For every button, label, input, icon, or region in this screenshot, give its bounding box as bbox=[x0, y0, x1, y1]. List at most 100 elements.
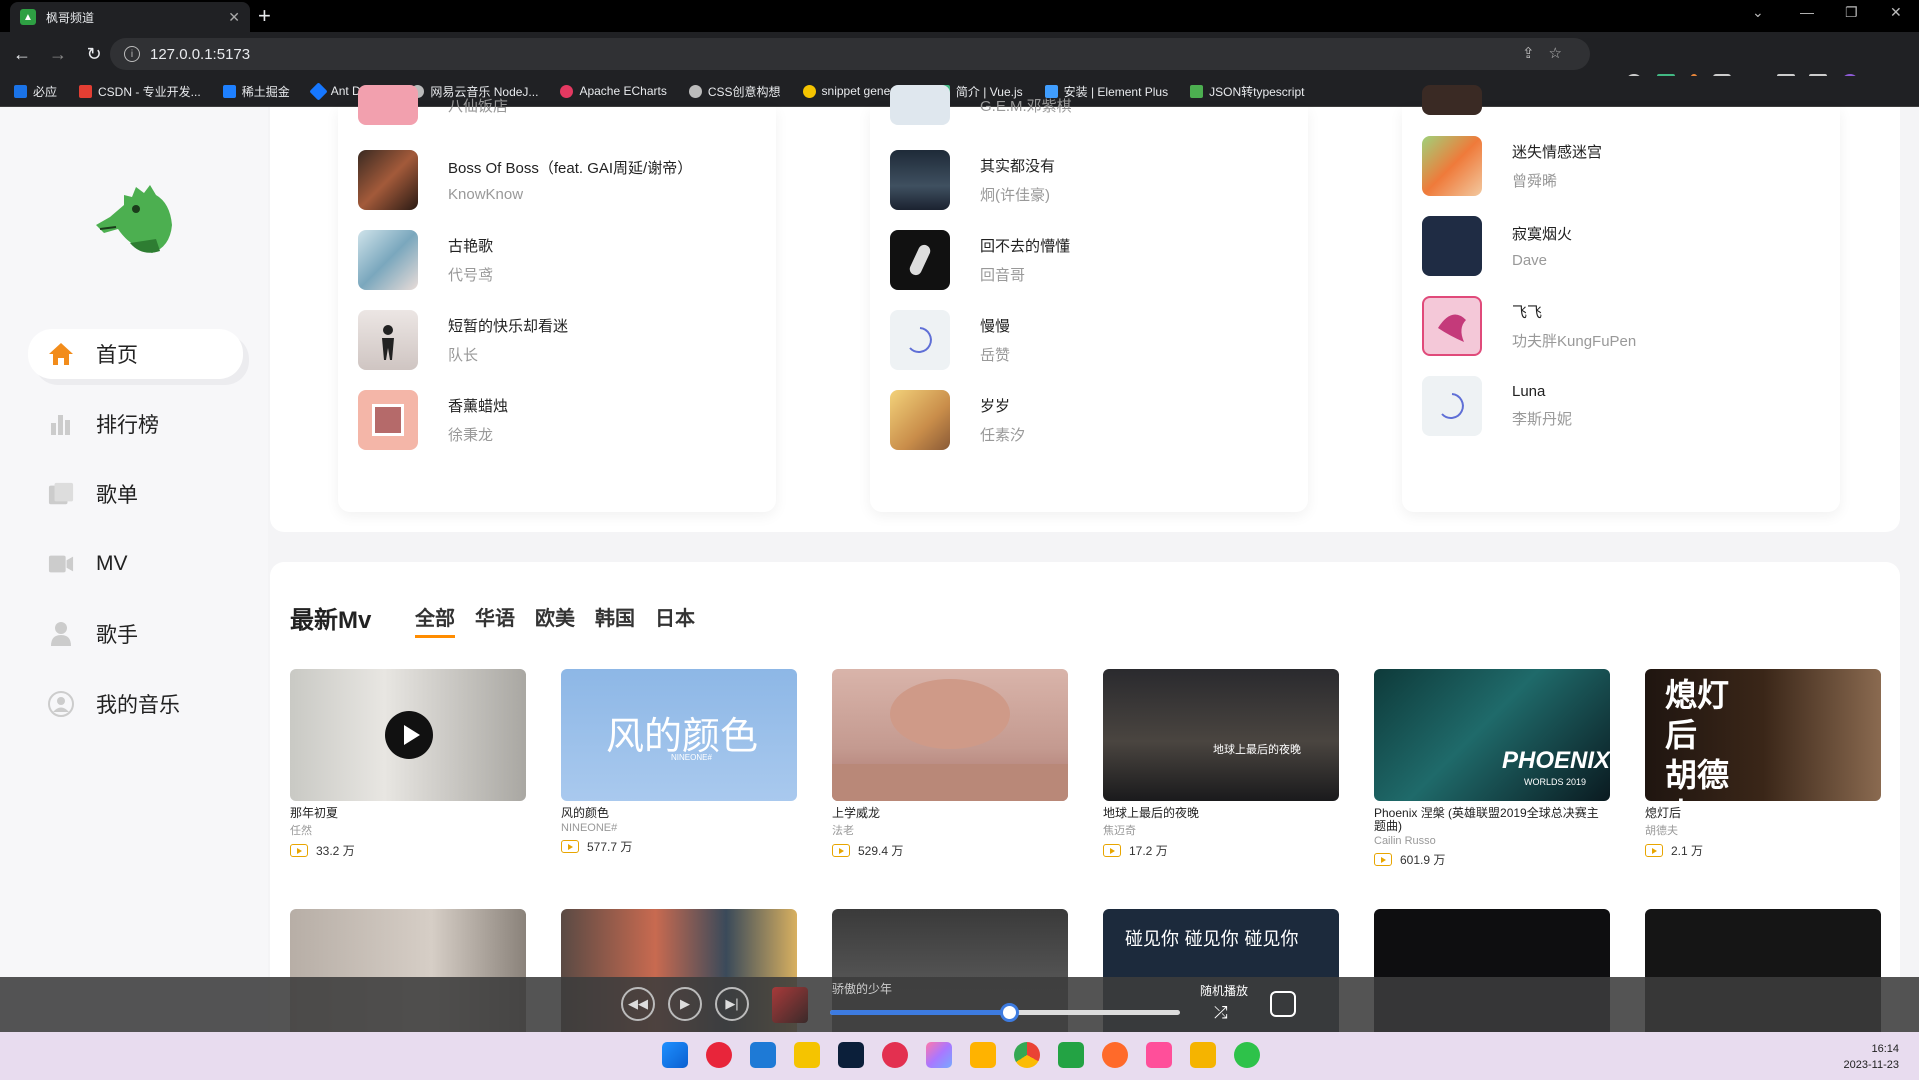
reload-icon[interactable]: ↻ bbox=[80, 44, 108, 65]
mv-card[interactable]: 风的颜色 NINEONE# 风的颜色 NINEONE# 577.7 万 bbox=[561, 669, 797, 855]
next-track-button[interactable]: ▶| bbox=[715, 987, 749, 1021]
tab-western[interactable]: 欧美 bbox=[535, 602, 575, 638]
bookmark-item[interactable]: CSS创意构想 bbox=[688, 83, 781, 100]
tab-korean[interactable]: 韩国 bbox=[595, 602, 635, 638]
song-item[interactable]: 迷失情感迷宫 曾舜晞 bbox=[1422, 136, 1602, 196]
back-icon[interactable]: ← bbox=[8, 44, 36, 65]
mv-artist[interactable]: 法老 bbox=[832, 822, 1068, 838]
mv-artist[interactable]: NINEONE# bbox=[561, 822, 797, 834]
tab-close-icon[interactable]: ✕ bbox=[228, 9, 240, 26]
mv-name[interactable]: 上学威龙 bbox=[832, 807, 1068, 820]
tab-all[interactable]: 全部 bbox=[415, 602, 455, 638]
app-icon[interactable] bbox=[970, 1042, 996, 1068]
bookmark-item[interactable]: CSDN - 专业开发... bbox=[79, 83, 201, 100]
app-icon[interactable] bbox=[1102, 1042, 1128, 1068]
restore-icon[interactable]: ❐ bbox=[1845, 4, 1858, 21]
browser-tab[interactable]: ▲ 枫哥频道 ✕ bbox=[10, 2, 250, 32]
mv-thumbnail[interactable]: 熄灯后 胡德夫 bbox=[1645, 669, 1881, 801]
sidebar-item-singer[interactable]: 歌手 bbox=[28, 609, 243, 659]
mv-card[interactable]: 地球上最后的夜晚 地球上最后的夜晚 焦迈奇 17.2 万 bbox=[1103, 669, 1339, 859]
tab-title: 枫哥频道 bbox=[46, 10, 95, 25]
mv-artist[interactable]: Cailin Russo bbox=[1374, 835, 1610, 847]
site-info-icon[interactable]: i bbox=[124, 46, 140, 62]
current-song-cover[interactable] bbox=[772, 987, 808, 1023]
song-item[interactable]: 慢慢 岳赞 bbox=[890, 310, 1010, 370]
address-bar[interactable]: i 127.0.0.1:5173 ⇪☆ bbox=[110, 38, 1590, 70]
progress-knob[interactable] bbox=[999, 1003, 1019, 1022]
mv-name[interactable]: 那年初夏 bbox=[290, 807, 526, 820]
song-item[interactable] bbox=[1422, 85, 1512, 115]
file-explorer-icon[interactable] bbox=[1190, 1042, 1216, 1068]
lyrics-icon[interactable] bbox=[1270, 991, 1296, 1017]
mv-thumbnail[interactable]: 地球上最后的夜晚 bbox=[1103, 669, 1339, 801]
mv-thumbnail[interactable] bbox=[290, 669, 526, 801]
app-icon[interactable] bbox=[882, 1042, 908, 1068]
sidebar-item-home[interactable]: 首页 bbox=[28, 329, 243, 379]
vscode-icon[interactable] bbox=[750, 1042, 776, 1068]
app-icon[interactable] bbox=[926, 1042, 952, 1068]
mv-name[interactable]: 地球上最后的夜晚 bbox=[1103, 807, 1339, 820]
mv-name[interactable]: Phoenix 涅槃 (英雄联盟2019全球总决赛主题曲) bbox=[1374, 807, 1610, 833]
bookmark-item[interactable]: JSON转typescript bbox=[1190, 83, 1304, 100]
bookmark-item[interactable]: 必应 bbox=[14, 83, 57, 100]
app-icon[interactable] bbox=[1146, 1042, 1172, 1068]
song-item[interactable]: 回不去的懵懂 回音哥 bbox=[890, 230, 1070, 290]
tab-chinese[interactable]: 华语 bbox=[475, 602, 515, 638]
mv-play-count: 601.9 万 bbox=[1374, 851, 1610, 868]
chrome-icon[interactable] bbox=[1014, 1042, 1040, 1068]
windows-start-icon[interactable] bbox=[662, 1042, 688, 1068]
video-count-icon bbox=[290, 844, 308, 857]
tab-search-icon[interactable]: ⌄ bbox=[1752, 4, 1764, 21]
bookmark-item[interactable]: 稀土掘金 bbox=[222, 83, 290, 100]
mv-artist[interactable]: 焦迈奇 bbox=[1103, 822, 1339, 838]
previous-track-button[interactable]: ◀◀ bbox=[621, 987, 655, 1021]
sidebar-item-ranking[interactable]: 排行榜 bbox=[28, 399, 243, 449]
tab-japanese[interactable]: 日本 bbox=[655, 602, 695, 638]
song-item[interactable]: Luna 李斯丹妮 bbox=[1422, 376, 1572, 436]
mv-thumbnail[interactable]: 风的颜色 NINEONE# bbox=[561, 669, 797, 801]
play-button[interactable]: ▶ bbox=[668, 987, 702, 1021]
new-tab-icon[interactable]: + bbox=[258, 4, 271, 28]
share-bookmark-icons[interactable]: ⇪☆ bbox=[1522, 44, 1576, 62]
song-item[interactable]: 香薰蜡烛 徐秉龙 bbox=[358, 390, 508, 450]
song-item[interactable]: 寂寞烟火 Dave bbox=[1422, 216, 1572, 276]
song-item[interactable]: 短暂的快乐却看迷 队长 bbox=[358, 310, 568, 370]
progress-bar[interactable] bbox=[830, 1003, 1180, 1022]
player-app-icon[interactable] bbox=[794, 1042, 820, 1068]
close-window-icon[interactable]: ✕ bbox=[1890, 4, 1902, 21]
netease-music-icon[interactable] bbox=[706, 1042, 732, 1068]
mv-card[interactable]: 那年初夏 任然 33.2 万 bbox=[290, 669, 526, 859]
sidebar-item-my-music[interactable]: 我的音乐 bbox=[28, 679, 243, 729]
app-icon[interactable] bbox=[1058, 1042, 1084, 1068]
sidebar-item-mv[interactable]: MV bbox=[28, 539, 243, 589]
system-clock[interactable]: 16:14 2023-11-23 bbox=[1844, 1041, 1899, 1073]
sidebar-item-playlist[interactable]: 歌单 bbox=[28, 469, 243, 519]
song-item[interactable]: 八仙饭店 bbox=[358, 85, 508, 125]
wechat-icon[interactable] bbox=[1234, 1042, 1260, 1068]
photoshop-icon[interactable] bbox=[838, 1042, 864, 1068]
mv-name[interactable]: 熄灯后 bbox=[1645, 807, 1881, 820]
song-item[interactable]: Boss Of Boss（feat. GAI周延/谢帝） KnowKnow bbox=[358, 150, 692, 210]
mv-card[interactable]: 上学威龙 法老 529.4 万 bbox=[832, 669, 1068, 859]
shuffle-icon[interactable]: ⤮ bbox=[1214, 1003, 1228, 1023]
song-item[interactable]: 岁岁 任素汐 bbox=[890, 390, 1025, 450]
mv-name[interactable]: 风的颜色 bbox=[561, 807, 797, 820]
song-list-card: G.E.M.邓紫棋 其实都没有炯(许佳豪) 回不去的懵懂回音哥 慢慢岳赞 bbox=[870, 85, 1308, 512]
mv-thumbnail[interactable]: PHOENIX WORLDS 2019 bbox=[1374, 669, 1610, 801]
song-item[interactable]: 古艳歌 代号鸢 bbox=[358, 230, 493, 290]
minimize-icon[interactable]: — bbox=[1800, 4, 1814, 20]
video-icon bbox=[48, 551, 74, 577]
bookmark-item[interactable]: Apache ECharts bbox=[560, 84, 667, 98]
mv-artist[interactable]: 任然 bbox=[290, 822, 526, 838]
bookmark-label: CSS创意构想 bbox=[707, 84, 781, 99]
forward-icon[interactable]: → bbox=[44, 44, 72, 65]
mv-card[interactable]: 熄灯后 胡德夫 熄灯后 胡德夫 2.1 万 bbox=[1645, 669, 1881, 859]
song-item[interactable]: 其实都没有 炯(许佳豪) bbox=[890, 150, 1055, 210]
mv-thumbnail[interactable] bbox=[832, 669, 1068, 801]
tab-favicon-icon: ▲ bbox=[20, 9, 36, 25]
mv-card[interactable]: PHOENIX WORLDS 2019 Phoenix 涅槃 (英雄联盟2019… bbox=[1374, 669, 1610, 868]
song-item[interactable]: G.E.M.邓紫棋 bbox=[890, 85, 1072, 125]
song-item[interactable]: 飞飞 功夫胖KungFuPen bbox=[1422, 296, 1636, 356]
mv-artist[interactable]: 胡德夫 bbox=[1645, 822, 1881, 838]
play-button-icon[interactable] bbox=[385, 711, 433, 759]
